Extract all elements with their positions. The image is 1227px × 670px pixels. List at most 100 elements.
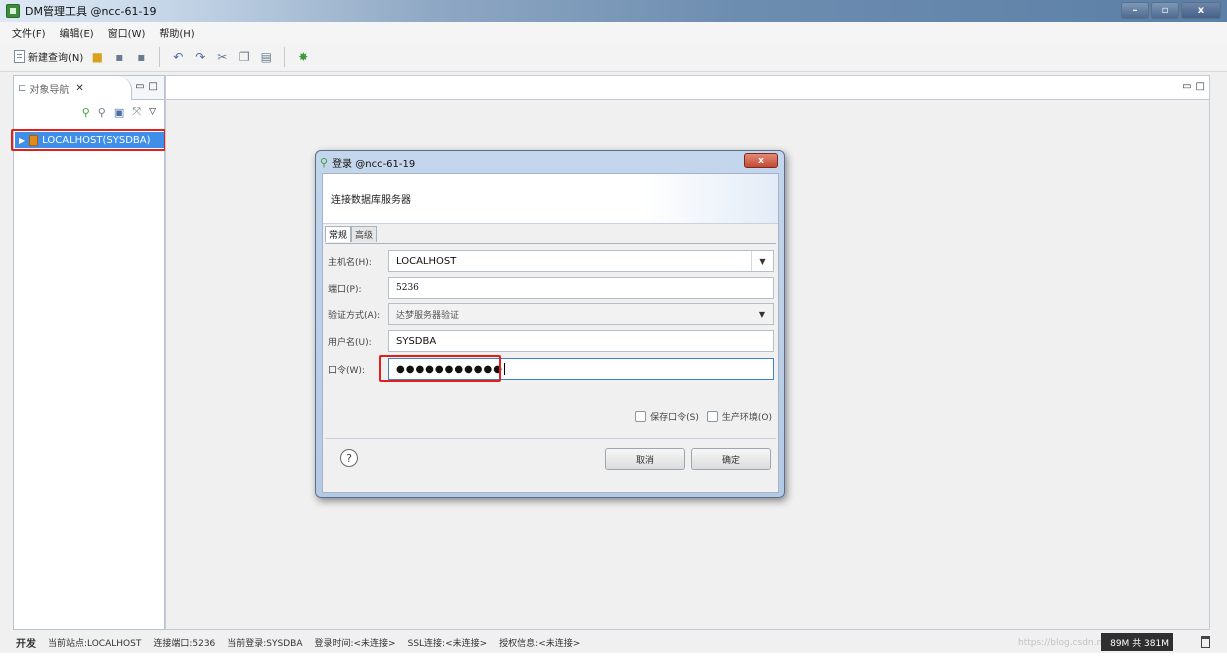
port-row: 端口(P): 5236: [325, 277, 776, 299]
debug-icon[interactable]: ✸: [295, 49, 311, 65]
status-site: 当前站点:LOCALHOST: [48, 638, 142, 649]
text-caret: [503, 363, 505, 375]
refresh-icon[interactable]: ▣: [114, 106, 124, 119]
undo-icon[interactable]: ↶: [170, 49, 186, 65]
collapse-icon[interactable]: ⤧: [132, 105, 141, 119]
checkbox-icon[interactable]: [706, 411, 718, 422]
highlight-box-password: [379, 355, 501, 382]
redo-icon[interactable]: ↷: [192, 49, 208, 65]
login-form: 主机名(H): LOCALHOST ▼ 端口(P): 5236 验证方式(A):…: [325, 243, 776, 433]
status-ssl: SSL连接:<未连接>: [407, 638, 488, 649]
chevron-down-icon[interactable]: ▼: [751, 304, 773, 324]
save-all-icon[interactable]: ▪: [133, 49, 149, 65]
navigator-window-controls: ▭ □: [135, 81, 158, 92]
new-query-label: 新建查询(N): [28, 53, 84, 64]
host-combobox[interactable]: LOCALHOST ▼: [388, 250, 774, 272]
window-controls: – ▫ x: [1121, 2, 1221, 19]
maximize-panel-icon[interactable]: □: [149, 81, 158, 92]
open-icon[interactable]: ■: [89, 49, 105, 65]
tab-advanced[interactable]: 高级: [351, 226, 378, 242]
dialog-titlebar: ⚲ 登录 @ncc-61-19 x: [316, 151, 784, 173]
banner-text: 连接数据库服务器: [331, 195, 411, 206]
port-label: 端口(P):: [328, 284, 362, 295]
new-query-icon: [14, 50, 25, 63]
host-row: 主机名(H): LOCALHOST ▼: [325, 250, 776, 272]
navigator-header: ⊏ 对象导航 ✕ ▭ □: [14, 76, 164, 100]
status-port: 连接端口:5236: [153, 638, 216, 649]
copy-icon[interactable]: ❐: [236, 49, 252, 65]
dialog-close-button[interactable]: x: [744, 153, 778, 168]
auth-select[interactable]: 达梦服务器验证 ▼: [388, 303, 774, 325]
host-value: LOCALHOST: [396, 255, 457, 267]
chevron-down-icon[interactable]: ▼: [751, 251, 773, 271]
new-query-button[interactable]: 新建查询(N): [14, 49, 83, 64]
app-icon: [6, 4, 20, 18]
tab-general[interactable]: 常规: [325, 226, 352, 242]
maximize-editor-icon[interactable]: □: [1196, 81, 1205, 92]
highlight-box-tree: [11, 129, 166, 151]
navigator-icon: ⊏: [18, 82, 27, 94]
login-icon: ⚲: [320, 155, 329, 169]
options-checkboxes: 保存口令(S) 生产环境(O): [635, 410, 772, 423]
minimize-panel-icon[interactable]: ▭: [135, 81, 144, 92]
minimize-editor-icon[interactable]: ▭: [1182, 81, 1191, 92]
host-label: 主机名(H):: [328, 257, 372, 268]
toolbar-separator: [284, 46, 286, 67]
bottom-strip: [0, 653, 1227, 670]
close-tab-icon[interactable]: ✕: [75, 83, 83, 94]
auth-row: 验证方式(A): 达梦服务器验证 ▼: [325, 303, 776, 325]
trash-icon[interactable]: [1201, 636, 1210, 648]
object-navigator-panel: ⊏ 对象导航 ✕ ▭ □ ⚲ ⚲ ▣ ⤧ ▽ ▶ LOCALHOST(SYSDB…: [13, 75, 165, 630]
view-menu-icon[interactable]: ▽: [149, 107, 156, 117]
tab-object-navigator[interactable]: ⊏ 对象导航 ✕: [14, 76, 132, 100]
status-license: 授权信息:<未连接>: [499, 638, 581, 649]
menu-edit[interactable]: 编辑(E): [60, 25, 94, 40]
window-titlebar: DM管理工具 @ncc-61-19 – ▫ x: [0, 0, 1227, 22]
memory-indicator: 89M 共 381M: [1101, 633, 1173, 651]
dialog-banner: 连接数据库服务器: [323, 174, 778, 224]
window-title: DM管理工具 @ncc-61-19: [25, 5, 157, 18]
navigator-tab-label: 对象导航: [29, 84, 70, 96]
status-mode: 开发: [16, 638, 36, 650]
editor-header: ▭ □: [166, 76, 1209, 100]
editor-window-controls: ▭ □: [1182, 81, 1205, 92]
ok-button[interactable]: 确定: [691, 448, 771, 470]
main-toolbar: 新建查询(N) ■ ▪ ▪ ↶ ↷ ✂ ❐ ▤ ✸: [0, 42, 1227, 72]
menu-window[interactable]: 窗口(W): [108, 25, 146, 40]
menu-bar: 文件(F) 编辑(E) 窗口(W) 帮助(H): [0, 22, 1227, 42]
username-input[interactable]: SYSDBA: [388, 330, 774, 352]
menu-help[interactable]: 帮助(H): [159, 25, 194, 40]
login-dialog: ⚲ 登录 @ncc-61-19 x 连接数据库服务器 常规 高级 主机名(H):…: [315, 150, 785, 498]
toolbar-separator: [159, 46, 161, 67]
connect-icon[interactable]: ⚲: [82, 106, 90, 119]
paste-icon[interactable]: ▤: [258, 49, 274, 65]
disconnect-icon[interactable]: ⚲: [98, 106, 106, 119]
save-password-checkbox[interactable]: 保存口令(S): [635, 410, 699, 423]
navigator-toolbar: ⚲ ⚲ ▣ ⤧ ▽: [14, 100, 164, 124]
auth-value: 达梦服务器验证: [396, 310, 460, 321]
username-value: SYSDBA: [396, 335, 437, 347]
user-row: 用户名(U): SYSDBA: [325, 330, 776, 352]
user-label: 用户名(U):: [328, 337, 372, 348]
status-login: 当前登录:SYSDBA: [227, 638, 303, 649]
dialog-title: 登录 @ncc-61-19: [332, 158, 416, 170]
minimize-button[interactable]: –: [1121, 2, 1149, 19]
close-button[interactable]: x: [1181, 2, 1221, 19]
cut-icon[interactable]: ✂: [214, 49, 230, 65]
port-input[interactable]: 5236: [388, 277, 774, 299]
auth-label: 验证方式(A):: [328, 310, 381, 321]
dialog-body: 连接数据库服务器 常规 高级 主机名(H): LOCALHOST ▼ 端口(P)…: [322, 173, 779, 493]
status-login-time: 登录时间:<未连接>: [314, 638, 396, 649]
menu-file[interactable]: 文件(F): [12, 25, 46, 40]
checkbox-icon[interactable]: [635, 411, 647, 422]
help-icon[interactable]: ?: [340, 449, 358, 467]
port-value: 5236: [396, 283, 419, 293]
cancel-button[interactable]: 取消: [605, 448, 685, 470]
save-password-label: 保存口令(S): [650, 413, 699, 423]
dialog-footer: ? 取消 确定: [325, 438, 776, 490]
dialog-tabs: 常规 高级: [323, 224, 778, 242]
production-env-label: 生产环境(O): [721, 413, 772, 423]
production-env-checkbox[interactable]: 生产环境(O): [706, 410, 772, 423]
restore-button[interactable]: ▫: [1151, 2, 1179, 19]
save-icon[interactable]: ▪: [111, 49, 127, 65]
